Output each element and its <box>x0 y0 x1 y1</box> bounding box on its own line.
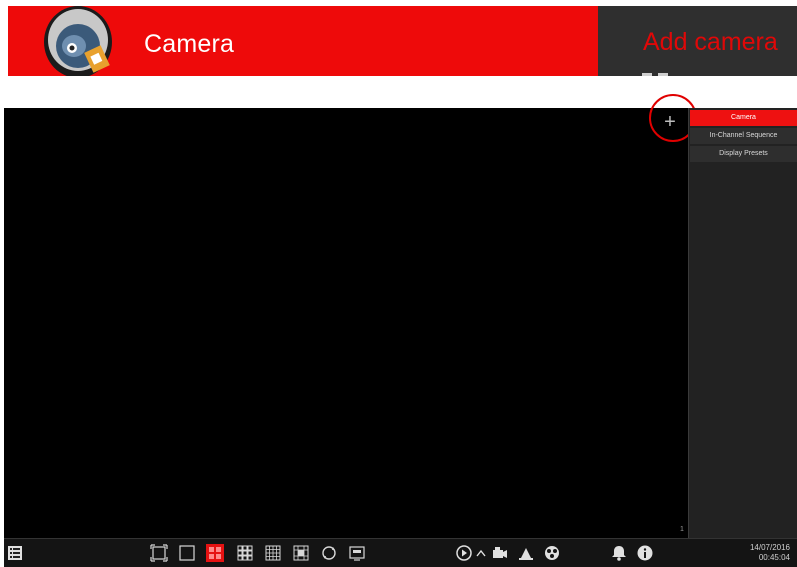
menu-list-icon[interactable] <box>6 544 24 562</box>
quad-view-icon[interactable] <box>206 544 224 562</box>
expand-up-icon[interactable] <box>475 544 487 562</box>
datetime-display: 14/07/2016 00:45:04 <box>746 543 790 563</box>
banner-right-panel: Add camera <box>598 6 797 76</box>
fullscreen-icon[interactable] <box>150 544 168 562</box>
sequence-view-icon[interactable] <box>320 544 338 562</box>
dome-camera-icon <box>34 6 122 76</box>
nine-view-icon[interactable] <box>236 544 254 562</box>
bars-icon <box>658 73 668 76</box>
header-banner: Camera Add camera <box>8 6 797 76</box>
date-text: 14/07/2016 <box>749 543 790 552</box>
side-item-camera[interactable]: Camera <box>690 110 797 126</box>
manual-alarm-icon[interactable] <box>517 544 535 562</box>
side-item-in-channel-sequence[interactable]: In-Channel Sequence <box>690 128 797 144</box>
page-title: Camera <box>144 30 235 58</box>
time-text: 00:45:04 <box>758 553 790 562</box>
record-icon[interactable] <box>491 544 509 562</box>
sixteen-view-icon[interactable] <box>264 544 282 562</box>
side-panel: Camera In-Channel Sequence Display Prese… <box>688 108 797 538</box>
info-icon[interactable] <box>636 544 654 562</box>
live-view-area[interactable]: + 1 <box>4 94 697 538</box>
add-camera-heading: Add camera <box>643 28 778 56</box>
disk-icon[interactable] <box>543 544 561 562</box>
alarm-bell-icon[interactable] <box>610 544 628 562</box>
custom-view-icon[interactable] <box>292 544 310 562</box>
toolbar-icons <box>642 68 682 76</box>
side-item-display-presets[interactable]: Display Presets <box>690 146 797 162</box>
single-view-icon[interactable] <box>178 544 196 562</box>
osd-icon[interactable] <box>348 544 366 562</box>
grid-icon <box>642 73 652 76</box>
dvr-screen: + 1 Camera In-Channel Sequence Display P… <box>4 94 797 567</box>
playback-icon[interactable] <box>455 544 473 562</box>
taskbar: 14/07/2016 00:45:04 <box>4 538 797 567</box>
channel-number: 1 <box>680 526 684 533</box>
